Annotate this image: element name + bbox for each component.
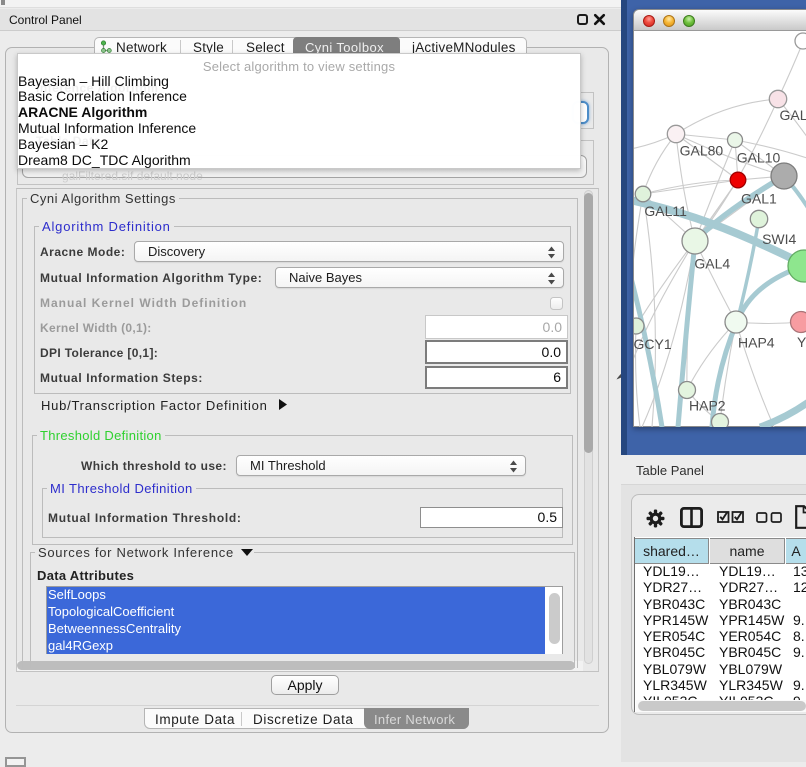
svg-text:SWI4: SWI4 xyxy=(762,231,796,247)
svg-text:GAL4: GAL4 xyxy=(694,256,730,272)
svg-text:HAP2: HAP2 xyxy=(689,397,726,413)
svg-text:GAL1: GAL1 xyxy=(741,191,777,207)
svg-text:GAL2: GAL2 xyxy=(780,107,806,123)
svg-text:HAP4: HAP4 xyxy=(738,335,775,351)
svg-text:GAL11: GAL11 xyxy=(644,203,687,219)
svg-text:GAL10: GAL10 xyxy=(737,150,781,166)
svg-text:GAL80: GAL80 xyxy=(680,143,724,159)
svg-text:GCY1: GCY1 xyxy=(634,336,672,352)
svg-text:YJR: YJR xyxy=(797,334,806,350)
